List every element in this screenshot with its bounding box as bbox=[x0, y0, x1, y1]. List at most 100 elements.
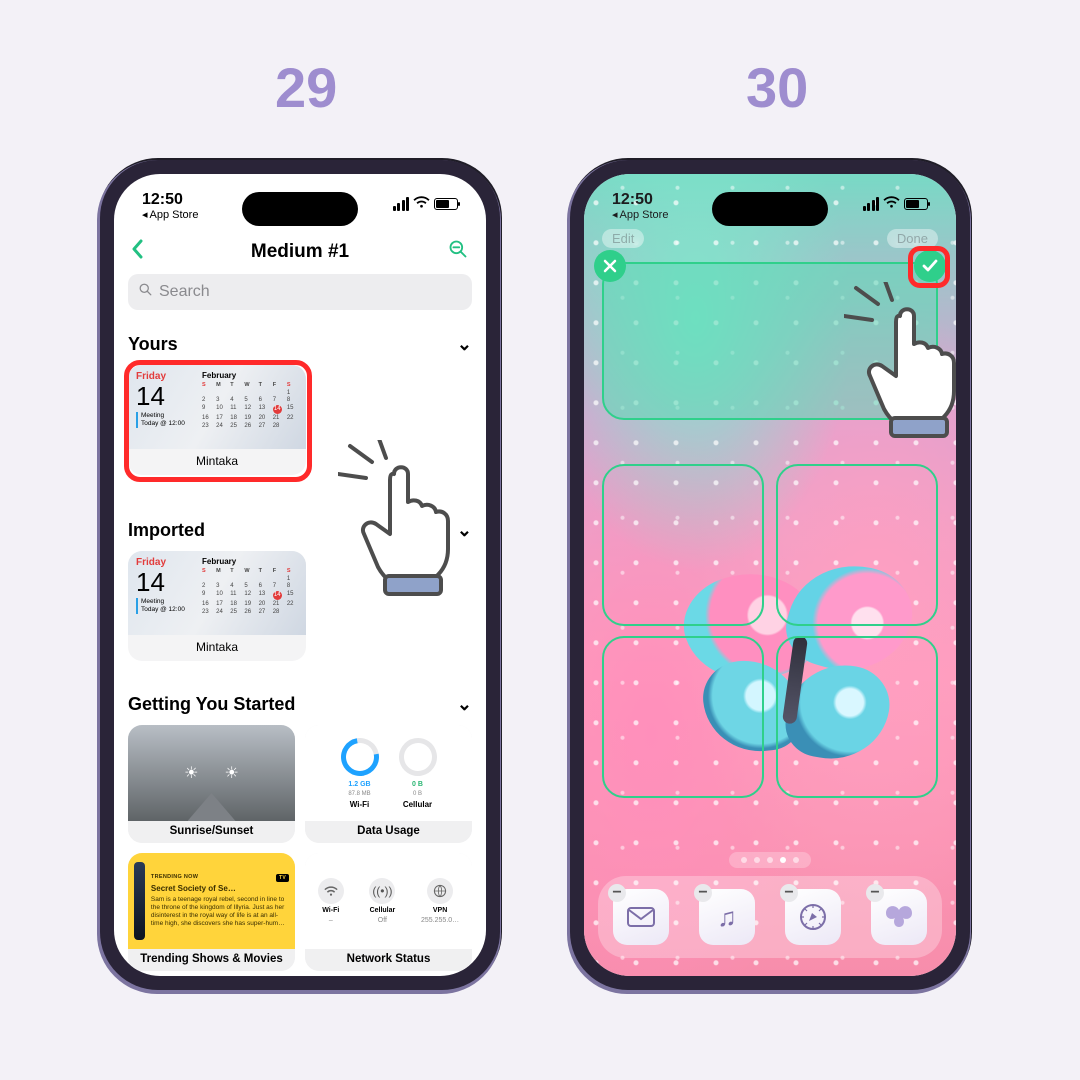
net-label: Wi-Fi bbox=[322, 907, 339, 914]
remove-icon[interactable]: − bbox=[608, 884, 626, 902]
cellular-signal-icon bbox=[863, 197, 880, 211]
sunset-icon: ☀︎ bbox=[225, 763, 239, 783]
phone-right: 12:50 ◂ App Store Edit Done bbox=[570, 160, 970, 990]
data-cell-label: Cellular bbox=[403, 800, 432, 809]
remove-icon[interactable]: − bbox=[694, 884, 712, 902]
tv-title: Secret Society of Se… bbox=[151, 884, 289, 894]
data-wifi-amount: 1.2 GB bbox=[348, 781, 370, 788]
status-back-label: App Store bbox=[620, 210, 669, 221]
net-icon bbox=[427, 878, 453, 904]
widget-month: February bbox=[202, 557, 298, 566]
widget-slot-small[interactable] bbox=[776, 464, 938, 626]
data-ring-wifi-icon bbox=[333, 730, 386, 783]
section-started-title: Getting You Started bbox=[128, 694, 295, 715]
remove-icon[interactable]: − bbox=[866, 884, 884, 902]
widget-tv-label: Trending Shows & Movies bbox=[128, 949, 295, 971]
widget-date: 14 bbox=[136, 383, 194, 409]
section-yours-title: Yours bbox=[128, 334, 178, 355]
status-time: 12:50 bbox=[142, 192, 198, 208]
tap-gesture-icon bbox=[338, 440, 478, 600]
widget-event-title: Meeting bbox=[141, 598, 194, 606]
dynamic-island bbox=[712, 192, 828, 226]
close-button[interactable] bbox=[594, 250, 626, 282]
widget-trending-shows[interactable]: TRENDING NOW TV Secret Society of Se… Sa… bbox=[128, 853, 295, 971]
widget-sun-label: Sunrise/Sunset bbox=[128, 821, 295, 843]
data-wifi-sub: 87.8 MB bbox=[348, 791, 370, 797]
widget-event-time: Today @ 12:00 bbox=[141, 420, 194, 428]
widget-mintaka-imported[interactable]: Friday 14 Meeting Today @ 12:00 February… bbox=[128, 551, 306, 661]
battery-icon bbox=[904, 198, 928, 210]
net-icon bbox=[318, 878, 344, 904]
net-label: VPN bbox=[433, 907, 447, 914]
search-input[interactable]: Search bbox=[128, 274, 472, 310]
screen-right: 12:50 ◂ App Store Edit Done bbox=[584, 174, 956, 976]
section-imported-title: Imported bbox=[128, 520, 205, 541]
widget-slot-small[interactable] bbox=[602, 464, 764, 626]
status-back-app[interactable]: ◂ App Store bbox=[612, 210, 668, 221]
widget-net-label: Network Status bbox=[305, 949, 472, 971]
page-indicator[interactable] bbox=[729, 852, 811, 868]
search-placeholder: Search bbox=[159, 283, 210, 301]
cellular-signal-icon bbox=[393, 197, 410, 211]
widget-data-usage[interactable]: 1.2 GB 87.8 MB Wi-Fi 0 B 0 B Cellular Da… bbox=[305, 725, 472, 843]
widget-slot-small[interactable] bbox=[776, 636, 938, 798]
zoom-out-icon[interactable] bbox=[448, 239, 468, 265]
widget-event-time: Today @ 12:00 bbox=[141, 606, 194, 614]
net-col: VPN 255.255.0… bbox=[421, 878, 459, 924]
widget-mini-calendar: SMTWTFS123456789101112131415161718192021… bbox=[202, 382, 298, 429]
tv-plot: Sam is a teenage royal rebel, second in … bbox=[151, 896, 285, 927]
net-value: Off bbox=[378, 917, 387, 924]
widget-date: 14 bbox=[136, 569, 194, 595]
confirm-button[interactable] bbox=[914, 250, 946, 282]
widget-network-status[interactable]: Wi-Fi – ((•)) Cellular Off VPN 255.255.0… Netw… bbox=[305, 853, 472, 971]
net-col: Wi-Fi – bbox=[318, 878, 344, 924]
tv-badge: TV bbox=[276, 874, 289, 882]
widget-event-title: Meeting bbox=[141, 412, 194, 420]
chevron-left-icon: ◂ bbox=[612, 210, 618, 221]
page-title: Medium #1 bbox=[251, 241, 349, 263]
widget-label-yours: Mintaka bbox=[128, 449, 306, 475]
dock-app-music[interactable]: − ♫ bbox=[699, 889, 755, 945]
done-label[interactable]: Done bbox=[887, 229, 938, 248]
navbar: Medium #1 bbox=[114, 234, 486, 270]
widget-slot-small[interactable] bbox=[602, 636, 764, 798]
net-col: ((•)) Cellular Off bbox=[369, 878, 395, 924]
status-back-app[interactable]: ◂ App Store bbox=[142, 210, 198, 221]
data-cell-amount: 0 B bbox=[412, 781, 423, 788]
screen-left: 12:50 ◂ App Store Medium #1 bbox=[114, 174, 486, 976]
music-icon: ♫ bbox=[717, 902, 737, 933]
widget-sunrise-sunset[interactable]: ☀︎ ☀︎ Sunrise/Sunset bbox=[128, 725, 295, 843]
chevron-down-icon[interactable]: ⌄ bbox=[457, 334, 472, 355]
net-value: 255.255.0… bbox=[421, 917, 459, 924]
chevron-left-icon: ◂ bbox=[142, 210, 148, 221]
dock-app-safari[interactable]: − bbox=[785, 889, 841, 945]
sunrise-icon: ☀︎ bbox=[184, 763, 198, 783]
step-number-29: 29 bbox=[275, 55, 337, 120]
widget-month: February bbox=[202, 371, 298, 380]
dock-app-mail[interactable]: − bbox=[613, 889, 669, 945]
tv-tag: TRENDING NOW bbox=[151, 874, 198, 881]
remove-icon[interactable]: − bbox=[780, 884, 798, 902]
status-back-label: App Store bbox=[150, 210, 199, 221]
dock: − − ♫ − − bbox=[598, 876, 942, 958]
net-icon: ((•)) bbox=[369, 878, 395, 904]
data-ring-cell-icon bbox=[391, 730, 444, 783]
chevron-down-icon[interactable]: ⌄ bbox=[457, 694, 472, 715]
phone-left: 12:50 ◂ App Store Medium #1 bbox=[100, 160, 500, 990]
wifi-icon bbox=[413, 196, 430, 212]
widget-label-imported: Mintaka bbox=[128, 635, 306, 661]
data-wifi-label: Wi-Fi bbox=[350, 800, 369, 809]
back-button[interactable] bbox=[130, 238, 144, 266]
wifi-icon bbox=[883, 196, 900, 212]
battery-icon bbox=[434, 198, 458, 210]
dynamic-island bbox=[242, 192, 358, 226]
widget-mintaka-yours[interactable]: Friday 14 Meeting Today @ 12:00 February… bbox=[128, 365, 306, 475]
net-label: Cellular bbox=[370, 907, 396, 914]
widget-mini-calendar: SMTWTFS123456789101112131415161718192021… bbox=[202, 568, 298, 615]
dock-app-butterfly[interactable]: − bbox=[871, 889, 927, 945]
search-icon bbox=[138, 282, 153, 302]
net-value: – bbox=[329, 917, 333, 924]
step-number-30: 30 bbox=[746, 55, 808, 120]
edit-label[interactable]: Edit bbox=[602, 229, 644, 248]
widget-data-label: Data Usage bbox=[305, 821, 472, 843]
